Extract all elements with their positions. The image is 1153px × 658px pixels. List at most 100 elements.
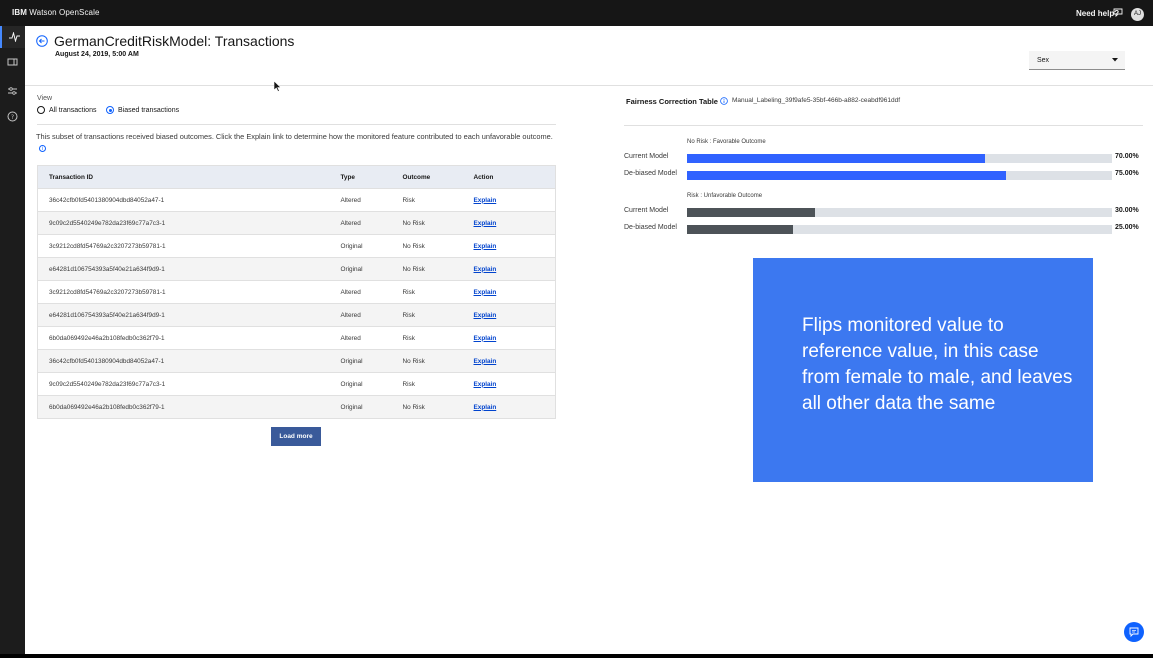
explain-link[interactable]: Explain [474, 197, 497, 204]
explain-link[interactable]: Explain [474, 335, 497, 342]
load-more-button[interactable]: Load more [271, 427, 321, 446]
table-row: 3c9212cd8fd54769a2c3207273b59781-1 Origi… [37, 234, 556, 258]
cell-outcome: Risk [391, 280, 463, 304]
page-title: GermanCreditRiskModel: Transactions [54, 33, 295, 49]
explain-link[interactable]: Explain [474, 266, 497, 273]
cell-transaction-id: 3c9212cd8fd54769a2c3207273b59781-1 [37, 234, 330, 258]
info-icon[interactable] [720, 97, 728, 105]
bar-track [687, 171, 1112, 180]
cell-outcome: No Risk [391, 211, 463, 235]
table-header-row: Transaction ID Type Outcome Action [37, 165, 556, 189]
cell-outcome: No Risk [391, 234, 463, 258]
cell-type: Original [329, 349, 392, 373]
radio-all-transactions[interactable]: All transactions [37, 106, 96, 114]
fairness-table-title: Fairness Correction Table [626, 97, 718, 106]
bar-label: Current Model [624, 207, 669, 214]
table-row: 9c09c2d5540249e782da23f69c77a7c3-1 Alter… [37, 211, 556, 235]
cell-transaction-id: 3c9212cd8fd54769a2c3207273b59781-1 [37, 280, 330, 304]
table-row: e64281d106754393a5f40e21a634f9d9-1 Origi… [37, 257, 556, 281]
table-row: 9c09c2d5540249e782da23f69c77a7c3-1 Origi… [37, 372, 556, 396]
fairness-divider [624, 125, 1143, 126]
cell-outcome: No Risk [391, 349, 463, 373]
bar-track [687, 208, 1112, 217]
col-action[interactable]: Action [462, 165, 556, 189]
cell-transaction-id: e64281d106754393a5f40e21a634f9d9-1 [37, 257, 330, 281]
app-brand[interactable]: IBM Watson OpenScale [12, 8, 100, 17]
cell-type: Original [329, 395, 392, 419]
sliders-icon [8, 87, 17, 95]
table-row: 3c9212cd8fd54769a2c3207273b59781-1 Alter… [37, 280, 556, 304]
radio-circle[interactable] [37, 106, 45, 114]
bar-row-current-unfavorable: Current Model 30.00% [624, 207, 1153, 217]
nav-settings[interactable] [0, 80, 25, 102]
nav-models[interactable] [0, 51, 25, 73]
svg-text:?: ? [11, 114, 14, 121]
bar-row-debiased-unfavorable: De-biased Model 25.00% [624, 224, 1153, 234]
view-divider [37, 124, 556, 125]
feature-dropdown[interactable]: Sex [1029, 51, 1125, 70]
cell-outcome: Risk [391, 326, 463, 350]
bar-label: De-biased Model [624, 170, 677, 177]
dropdown-value: Sex [1037, 57, 1050, 64]
explain-link[interactable]: Explain [474, 289, 497, 296]
nav-monitoring[interactable] [0, 26, 25, 48]
cell-outcome: Risk [391, 372, 463, 396]
radio-circle-selected[interactable] [106, 106, 114, 114]
explanation-overlay: Flips monitored value to reference value… [753, 258, 1093, 482]
bar-track [687, 225, 1112, 234]
bar-fill [687, 171, 1006, 180]
page-date: August 24, 2019, 5:00 AM [55, 51, 139, 58]
cell-type: Altered [329, 188, 392, 212]
cell-outcome: Risk [391, 303, 463, 327]
bar-value: 75.00% [1115, 170, 1139, 177]
cell-transaction-id: 36c42cfb0fd5401380904dbd84052a47-1 [37, 188, 330, 212]
cell-transaction-id: 9c09c2d5540249e782da23f69c77a7c3-1 [37, 372, 330, 396]
chat-button[interactable] [1124, 622, 1144, 642]
app-name: Watson OpenScale [29, 8, 100, 17]
group-label-unfavorable: Risk : Unfavorable Outcome [687, 193, 763, 199]
cell-outcome: Risk [391, 188, 463, 212]
cell-type: Altered [329, 280, 392, 304]
chat-help-icon[interactable] [1113, 8, 1123, 17]
col-outcome[interactable]: Outcome [391, 165, 463, 189]
explain-link[interactable]: Explain [474, 381, 497, 388]
explain-link[interactable]: Explain [474, 243, 497, 250]
info-icon[interactable]: i [39, 144, 46, 152]
cell-type: Altered [329, 211, 392, 235]
cell-transaction-id: e64281d106754393a5f40e21a634f9d9-1 [37, 303, 330, 327]
user-avatar[interactable]: AJ [1131, 8, 1144, 21]
explain-link[interactable]: Explain [474, 404, 497, 411]
nav-help[interactable]: ? [0, 105, 25, 127]
group-label-favorable: No Risk : Favorable Outcome [687, 139, 766, 145]
explain-link[interactable]: Explain [474, 312, 497, 319]
bar-row-debiased-favorable: De-biased Model 75.00% [624, 170, 1153, 180]
bar-label: De-biased Model [624, 224, 677, 231]
table-row: 36c42cfb0fd5401380904dbd84052a47-1 Alter… [37, 188, 556, 212]
transactions-table: Transaction ID Type Outcome Action 36c42… [37, 165, 556, 419]
cell-type: Original [329, 257, 392, 281]
col-transaction-id[interactable]: Transaction ID [37, 165, 330, 189]
bar-track [687, 154, 1112, 163]
side-nav: ? [0, 26, 25, 654]
cell-transaction-id: 6b0da069492e46a2b108fedb0c362f79-1 [37, 395, 330, 419]
back-arrow-icon[interactable] [36, 35, 48, 47]
bar-row-current-favorable: Current Model 70.00% [624, 153, 1153, 163]
col-type[interactable]: Type [329, 165, 392, 189]
cell-outcome: No Risk [391, 395, 463, 419]
main-content: GermanCreditRiskModel: Transactions Augu… [25, 26, 1153, 654]
view-label: View [37, 95, 53, 102]
bar-value: 70.00% [1115, 153, 1139, 160]
table-row: 36c42cfb0fd5401380904dbd84052a47-1 Origi… [37, 349, 556, 373]
cell-transaction-id: 6b0da069492e46a2b108fedb0c362f79-1 [37, 326, 330, 350]
cell-transaction-id: 36c42cfb0fd5401380904dbd84052a47-1 [37, 349, 330, 373]
description-text: This subset of transactions received bia… [36, 132, 553, 152]
radio-biased-transactions[interactable]: Biased transactions [106, 106, 179, 114]
cell-type: Altered [329, 303, 392, 327]
bar-value: 30.00% [1115, 207, 1139, 214]
explain-link[interactable]: Explain [474, 220, 497, 227]
bar-fill [687, 154, 985, 163]
bar-fill [687, 225, 794, 234]
activity-icon [9, 32, 20, 42]
cell-outcome: No Risk [391, 257, 463, 281]
explain-link[interactable]: Explain [474, 358, 497, 365]
